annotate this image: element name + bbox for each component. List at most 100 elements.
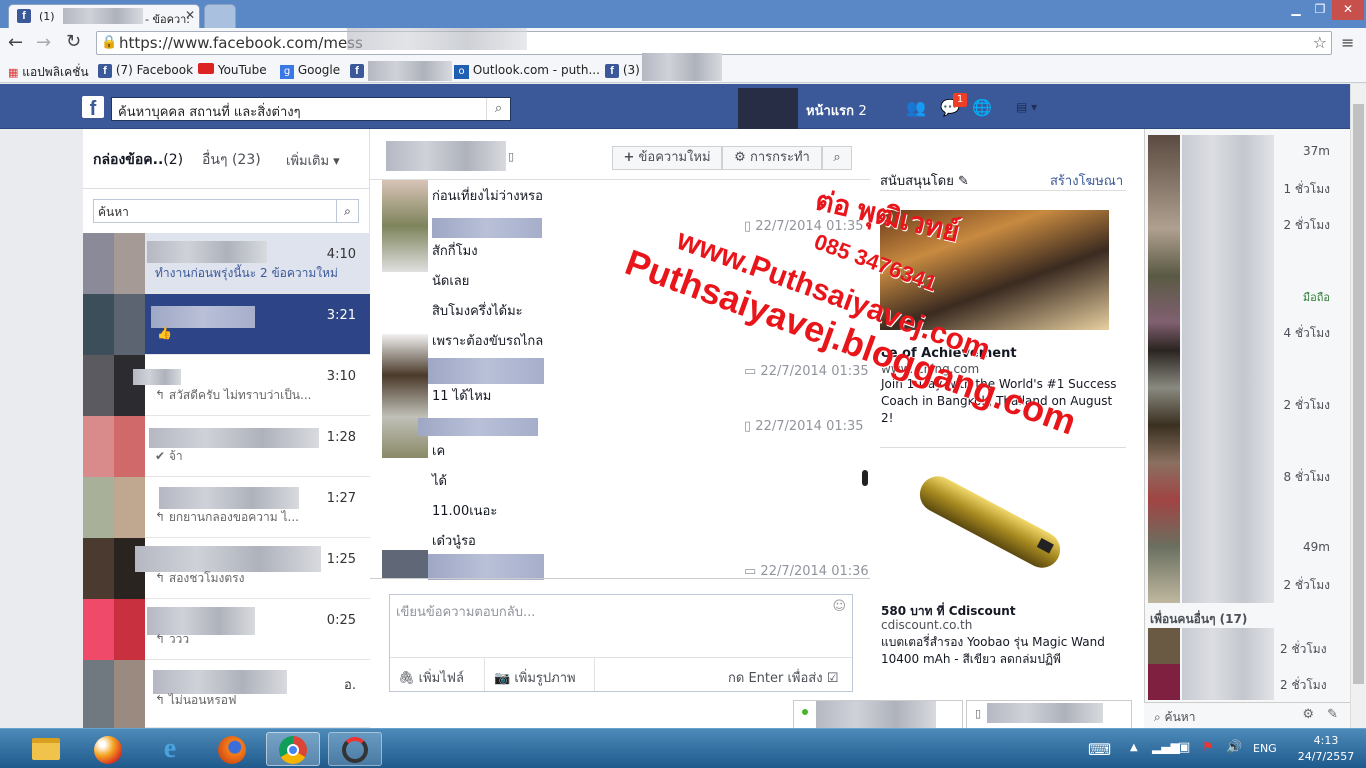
search-icon[interactable]: ⌕ (336, 200, 358, 222)
maximize-icon[interactable]: ❐ (1308, 0, 1332, 20)
chat-tab[interactable]: ▯ (966, 700, 1132, 728)
menu-icon[interactable]: ≡ (1341, 33, 1354, 52)
blurred-conversation-name (386, 141, 506, 171)
chat-search-input[interactable]: ⌕ ค้นหา (1154, 708, 1195, 727)
add-photo-button[interactable]: 📷 เพิ่มรูปภาพ (494, 667, 576, 688)
more-dropdown[interactable]: เพิ่มเติม ▾ (286, 150, 340, 171)
signal-icon: ▂▄▆ (1152, 740, 1180, 754)
conversation-time: 3:21 (326, 308, 356, 323)
chat-contact[interactable]: 8 ชั่วโมง (1150, 458, 1340, 494)
chat-contact[interactable]: 1 ชั่วโมง (1150, 170, 1340, 206)
conversation-snippet: ✔ จ้า (155, 449, 183, 463)
page-scrollbar[interactable] (1350, 84, 1366, 728)
conversation-row[interactable]: 0:25 ↰ ววว (83, 599, 370, 660)
friend-requests-icon[interactable]: 👥 (906, 98, 926, 117)
blurred-names (1182, 628, 1274, 700)
profile-avatar[interactable] (738, 88, 798, 130)
forward-arrow-icon[interactable]: → (36, 32, 51, 53)
new-message-button[interactable]: + ข้อความใหม่ (612, 146, 722, 170)
create-ad-link[interactable]: สร้างโฆษณา (1050, 170, 1123, 191)
reload-icon[interactable]: ↻ (66, 31, 81, 52)
star-icon[interactable]: ☆ (1313, 33, 1327, 52)
browser-tab-active[interactable]: f (1) - ข้อควา: ✕ (8, 4, 200, 28)
chat-list: 37m 1 ชั่วโมง 2 ชั่วโมง มือถือ 4 ชั่วโมง… (1150, 134, 1340, 604)
paint-icon[interactable] (88, 732, 128, 766)
emoji-icon[interactable]: ☺ (832, 599, 846, 614)
clock-date[interactable]: 24/7/2557 (1296, 750, 1356, 763)
blurred-bookmark (642, 53, 722, 81)
bookmark-google[interactable]: g Google (280, 63, 340, 79)
gear-icon[interactable]: ⚙ (1302, 707, 1314, 722)
compose-icon[interactable]: ✎ (1327, 707, 1338, 722)
chat-contact[interactable]: 37m (1150, 134, 1340, 170)
blurred-name (987, 703, 1103, 723)
screen-recorder-icon[interactable] (328, 732, 382, 766)
conversation-time: 1:25 (326, 552, 356, 567)
blurred-name (816, 701, 936, 729)
chrome-icon[interactable] (266, 732, 320, 766)
volume-icon[interactable]: 🔊 (1226, 740, 1242, 755)
facebook-icon: f (17, 9, 31, 23)
clock-time[interactable]: 4:13 (1306, 734, 1346, 747)
conversation-scrollbar[interactable] (862, 470, 868, 486)
back-arrow-icon[interactable]: ← (8, 32, 23, 53)
privacy-shortcuts-icon[interactable]: ▤ ▾ (1016, 100, 1037, 114)
address-bar[interactable]: 🔒 https://www.facebook.com/mess ☆ (96, 28, 1332, 55)
add-file-button[interactable]: 🖇 เพิ่มไฟล์ (398, 667, 464, 688)
inbox-search-input[interactable]: ค้นหา ⌕ (93, 199, 359, 223)
tab-other[interactable]: อื่นๆ (23) (202, 149, 261, 171)
chat-search-bar[interactable]: ⌕ ค้นหา ⚙ ✎ (1144, 702, 1350, 728)
messages-badge: 1 (953, 93, 967, 107)
search-conversation-button[interactable]: ⌕ (822, 146, 852, 170)
actions-button[interactable]: ⚙ การกระทำ (722, 146, 822, 170)
bookmark-facebook[interactable]: f (7) Facebook (98, 63, 193, 78)
network-icon[interactable]: ▣ (1178, 740, 1190, 755)
bookmark-apps[interactable]: ▦ แอปพลิเคชั่น (8, 63, 89, 82)
ad-image-powerbank[interactable] (905, 468, 1075, 576)
chat-contact[interactable] (1150, 242, 1340, 278)
conversation-row[interactable]: 1:25 ↰ สองชวโมงตรง (83, 538, 370, 599)
internet-explorer-icon[interactable]: e (150, 732, 190, 766)
bookmark-youtube[interactable]: YouTube (198, 63, 267, 77)
file-explorer-icon[interactable] (26, 732, 66, 766)
close-window-icon[interactable]: ✕ (1332, 0, 1364, 20)
conversation-row[interactable]: 4:10 ทำงานก่อนพรุ่งนี้นะ 2 ข้อความใหม่ (83, 233, 370, 294)
chat-contact[interactable]: 2 ชั่วโมง (1150, 386, 1340, 422)
checkbox-icon: ☑ (826, 671, 839, 686)
home-link[interactable]: หน้าแรก 2 (806, 100, 867, 121)
bookmark-blurred[interactable]: f (350, 63, 364, 78)
minimize-icon[interactable]: ▁ (1284, 0, 1308, 20)
keyboard-icon[interactable]: ⌨ (1088, 740, 1111, 759)
new-tab-button[interactable] (204, 4, 236, 28)
bookmark-facebook-3[interactable]: f (3) (605, 63, 640, 78)
show-hidden-icons[interactable]: ▲ (1130, 742, 1138, 753)
action-center-icon[interactable]: ⚑ (1202, 740, 1214, 755)
chat-contact[interactable]: 2 ชั่วโมง (1150, 566, 1340, 602)
chat-tab[interactable] (793, 700, 963, 729)
conversation-row[interactable]: อ. ↰ ไม่นอนหรอฟ (83, 660, 370, 728)
conversation-time: 1:28 (326, 430, 356, 445)
tab-inbox[interactable]: กล่องข้อค..(2) (93, 149, 183, 171)
scrollbar-thumb[interactable] (1353, 104, 1364, 684)
conversation-row[interactable]: 3:10 ↰ สวัสดีครับ ไม่ทราบว่าเป็น... (83, 355, 370, 416)
press-enter-toggle[interactable]: กด Enter เพื่อส่ง ☑ (728, 667, 838, 688)
blurred-url (347, 28, 527, 50)
reply-input[interactable]: เขียนข้อความตอบกลับ... (396, 601, 535, 622)
language-indicator[interactable]: ENG (1253, 742, 1277, 755)
chat-contact[interactable]: 2 ชั่วโมง (1150, 206, 1340, 242)
chat-contact[interactable]: มือถือ (1150, 278, 1340, 314)
conversation-row-selected[interactable]: 3:21 👍 (83, 294, 370, 355)
avatar (83, 599, 145, 660)
conversation-row[interactable]: 1:27 ↰ ยกยานกลองขอความ ไ... (83, 477, 370, 538)
tab-close-icon[interactable]: ✕ (185, 8, 195, 22)
globe-icon[interactable]: 🌐 (972, 98, 992, 117)
bookmark-outlook[interactable]: o Outlook.com - puth... (454, 63, 600, 79)
facebook-logo[interactable]: f (82, 96, 104, 120)
firefox-icon[interactable] (212, 732, 252, 766)
chat-contact[interactable]: 49m (1150, 530, 1340, 566)
search-icon[interactable]: ⌕ (486, 98, 510, 120)
facebook-search-input[interactable]: ค้นหาบุคคล สถานที่ และสิ่งต่างๆ ⌕ (111, 97, 511, 121)
conversation-row[interactable]: 1:28 ✔ จ้า (83, 416, 370, 477)
chat-contact[interactable]: 4 ชั่วโมง (1150, 314, 1340, 350)
blurred-bookmark (368, 61, 452, 81)
